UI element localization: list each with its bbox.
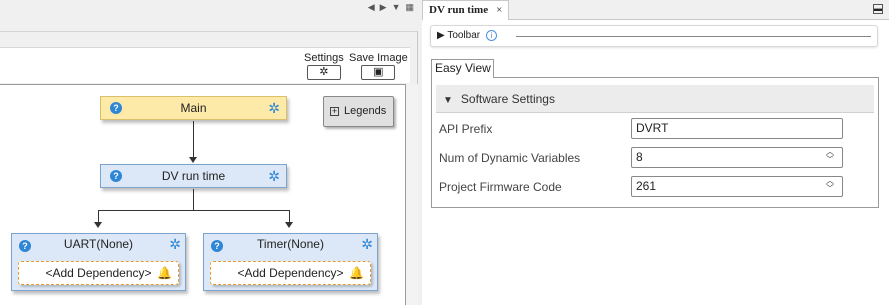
toolbar-label: Toolbar <box>447 30 481 41</box>
connector-main-dv <box>193 121 194 157</box>
firmware-code-row: Project Firmware Code 261 ︿ ﹀ <box>438 176 873 198</box>
gear-icon: ✲ <box>319 66 329 78</box>
properties-pane: DV run time × ▬ ▶ Toolbar i Easy View ▼ So… <box>422 0 889 305</box>
help-icon[interactable]: ? <box>110 170 122 182</box>
gear-icon[interactable]: ✲ <box>361 236 373 253</box>
dynamic-variables-stepper[interactable]: 8 ︿ ﹀ <box>631 147 843 168</box>
api-prefix-input[interactable]: DVRT <box>631 118 843 139</box>
firmware-code-stepper[interactable]: 261 ︿ ﹀ <box>631 176 843 197</box>
software-settings-header[interactable]: ▼ Software Settings <box>436 85 874 113</box>
info-icon[interactable]: i <box>485 30 497 41</box>
tab-title: DV run time <box>429 4 489 16</box>
legends-label: Legends <box>344 105 387 117</box>
add-dependency-label: <Add Dependency> <box>237 266 344 280</box>
tab-scroll-right-icon[interactable]: ▶ <box>380 2 387 13</box>
expand-plus-icon: + <box>330 106 339 116</box>
field-label: Num of Dynamic Variables <box>439 151 581 165</box>
arrow-head-down <box>189 157 197 163</box>
connector-dv-split <box>193 189 194 210</box>
section-title: Software Settings <box>460 92 555 106</box>
tab-scroll-left-icon[interactable]: ◀ <box>368 2 375 13</box>
tab-dv-run-time[interactable]: DV run time × <box>422 0 510 20</box>
spinner-arrows[interactable]: ︿ ﹀ <box>826 148 834 164</box>
settings-tool[interactable]: Settings ✲ <box>304 52 344 80</box>
api-prefix-row: API Prefix DVRT <box>438 118 873 140</box>
toolbar-collapsible[interactable]: ▶ Toolbar i <box>430 25 878 47</box>
arrow-head-down <box>94 222 102 228</box>
gear-icon[interactable]: ✲ <box>169 236 181 253</box>
help-icon[interactable]: ? <box>110 102 122 114</box>
settings-button[interactable]: ✲ <box>306 65 341 80</box>
tab-navigation: ◀ ▶ ▼ ▦ <box>368 2 414 13</box>
chevron-down-icon[interactable]: ﹀ <box>826 184 834 193</box>
minimize-icon[interactable]: ▬ <box>873 4 883 14</box>
main-node-label: Main <box>180 101 207 115</box>
chevron-down-icon[interactable]: ﹀ <box>826 155 834 164</box>
stepper-value: 8 <box>636 150 643 164</box>
dv-runtime-node[interactable]: ? DV run time ✲ <box>100 164 287 188</box>
gear-icon[interactable]: ✲ <box>268 99 280 117</box>
dv-node-label: DV run time <box>161 169 226 183</box>
tab-easy-view[interactable]: Easy View <box>431 59 494 78</box>
main-node[interactable]: ? Main ✲ <box>100 96 287 120</box>
system-view-pane: ◀ ▶ ▼ ▦ Settings ✲ Save Image ▣ ? Main ✲… <box>0 0 418 305</box>
floppy-disk-icon: ▣ <box>373 66 384 78</box>
save-image-label: Save Image <box>349 52 408 64</box>
save-image-button[interactable]: ▣ <box>361 65 396 80</box>
bottom-edge <box>422 297 889 305</box>
settings-label: Settings <box>304 52 344 64</box>
save-image-tool[interactable]: Save Image ▣ <box>349 52 408 80</box>
close-icon[interactable]: × <box>496 4 502 16</box>
gear-icon[interactable]: ✲ <box>268 167 280 185</box>
field-label: Project Firmware Code <box>439 180 562 194</box>
tab-list-dropdown-icon[interactable]: ▼ <box>392 2 401 13</box>
timer-title: Timer(None) <box>257 237 324 251</box>
add-dependency-button[interactable]: <Add Dependency> 🔔 <box>210 261 371 285</box>
canvas-scrollbar[interactable] <box>406 84 418 305</box>
left-tab-strip: ◀ ▶ ▼ ▦ <box>0 0 418 32</box>
connector-horizontal <box>98 210 290 211</box>
dynamic-variables-row: Num of Dynamic Variables 8 ︿ ﹀ <box>438 147 873 169</box>
maximize-grid-icon[interactable]: ▦ <box>405 2 414 13</box>
stepper-value: 261 <box>636 179 657 193</box>
easy-view-panel: ▼ Software Settings API Prefix DVRT Num o… <box>431 77 879 208</box>
bell-icon: 🔔 <box>349 266 364 280</box>
uart-title: UART(None) <box>63 237 134 251</box>
timer-module-card[interactable]: ? Timer(None) ✲ <Add Dependency> 🔔 <box>203 233 378 291</box>
legends-button[interactable]: + Legends <box>323 96 394 127</box>
right-tab-strip: DV run time × ▬ <box>422 0 889 20</box>
add-dependency-button[interactable]: <Add Dependency> 🔔 <box>18 261 179 285</box>
expand-triangle-icon: ▶ <box>437 30 445 41</box>
bell-icon: 🔔 <box>157 266 172 280</box>
field-label: API Prefix <box>439 122 493 136</box>
uart-module-card[interactable]: ? UART(None) ✲ <Add Dependency> 🔔 <box>11 233 186 291</box>
diagram-toolbar: Settings ✲ Save Image ▣ <box>0 47 410 83</box>
collapse-triangle-icon: ▼ <box>443 95 453 106</box>
spinner-arrows[interactable]: ︿ ﹀ <box>826 177 834 193</box>
divider <box>516 36 871 37</box>
add-dependency-label: <Add Dependency> <box>45 266 152 280</box>
arrow-head-down <box>285 222 293 228</box>
dependency-diagram-canvas[interactable]: ? Main ✲ ? DV run time ✲ ? UART(None) ✲ … <box>0 84 406 305</box>
